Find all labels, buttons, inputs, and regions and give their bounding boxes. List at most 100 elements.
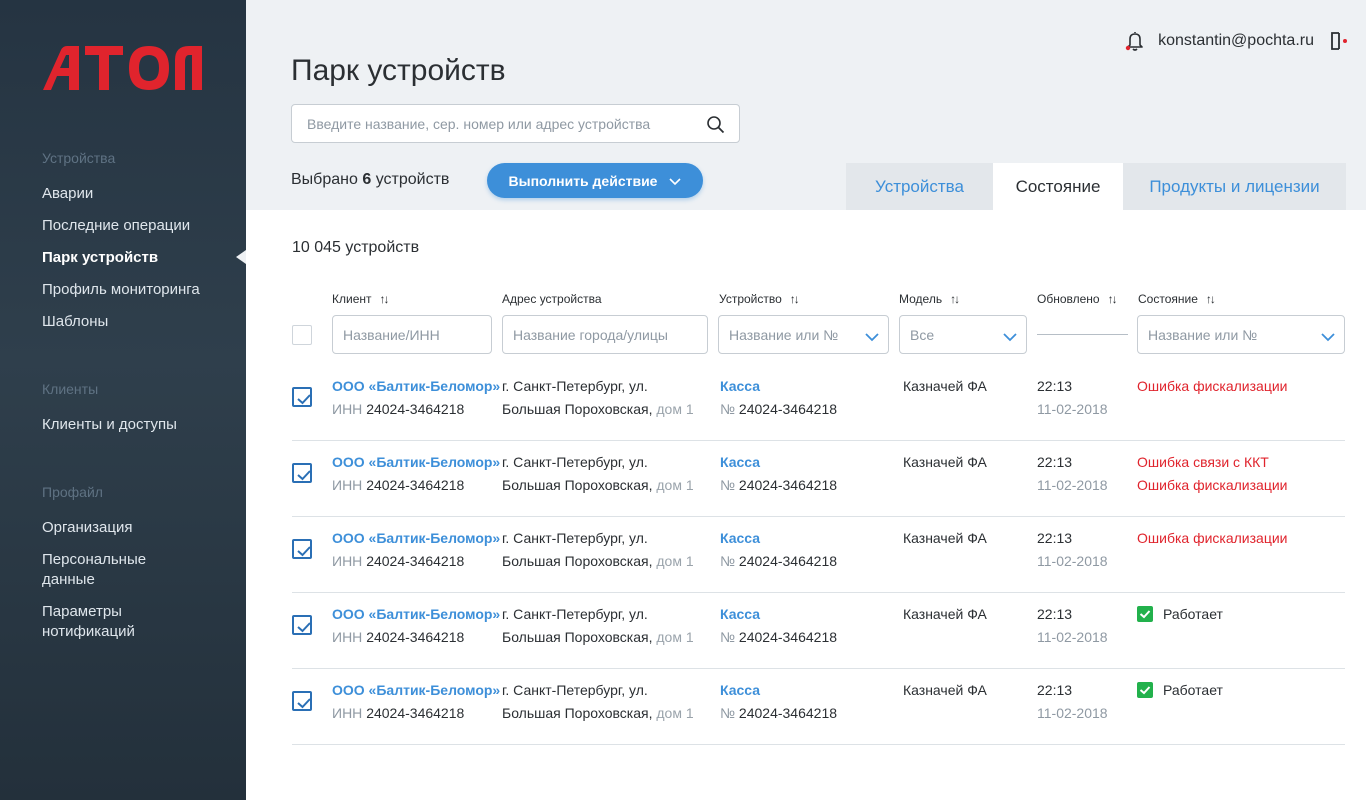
nav-item-device-park[interactable]: Парк устройств xyxy=(42,248,158,268)
nav-section-devices: Устройства xyxy=(42,150,116,166)
device-model: Казначей ФА xyxy=(903,454,987,470)
address-house: дом 1 xyxy=(656,401,694,417)
address-line-1: г. Санкт-Петербург, ул. xyxy=(502,378,648,394)
client-link[interactable]: ООО «Балтик-Беломор» xyxy=(332,375,500,398)
bell-icon[interactable] xyxy=(1124,30,1146,52)
row-checkbox[interactable] xyxy=(292,691,312,711)
column-header-model[interactable]: Модель ↑↓ xyxy=(899,292,960,306)
row-checkbox[interactable] xyxy=(292,615,312,635)
column-header-updated[interactable]: Обновлено ↑↓ xyxy=(1037,292,1118,306)
table-row[interactable]: ООО «Балтик-Беломор» ИНН 24024-3464218 г. … xyxy=(292,441,1345,517)
nav-item-monitoring-profile[interactable]: Профиль мониторинга xyxy=(42,280,200,300)
sort-icon[interactable]: ↑↓ xyxy=(1108,292,1118,306)
address-line-2: Большая Пороховская, дом 1 xyxy=(502,702,694,725)
address-line-2: Большая Пороховская, дом 1 xyxy=(502,550,694,573)
state-ok-label: Работает xyxy=(1163,606,1223,622)
device-link[interactable]: Касса xyxy=(720,679,760,702)
column-header-device[interactable]: Устройство ↑↓ xyxy=(719,292,800,306)
table-row[interactable]: ООО «Балтик-Беломор» ИНН 24024-3464218 г. … xyxy=(292,365,1345,441)
updated-filter-line[interactable] xyxy=(1037,334,1128,335)
address-house: дом 1 xyxy=(656,553,694,569)
number-label: № xyxy=(720,629,736,645)
column-address-label: Адрес устройства xyxy=(502,292,602,306)
client-link[interactable]: ООО «Балтик-Беломор» xyxy=(332,527,500,550)
client-link[interactable]: ООО «Балтик-Беломор» xyxy=(332,451,500,474)
column-state-label: Состояние xyxy=(1138,292,1198,306)
updated-date: 11-02-2018 xyxy=(1037,705,1108,721)
user-area: konstantin@pochta.ru xyxy=(1124,30,1348,52)
search-input[interactable] xyxy=(307,114,687,134)
model-filter-select[interactable]: Все xyxy=(899,315,1027,354)
nav-item-organization[interactable]: Организация xyxy=(42,518,132,538)
inn-value: 24024-3464218 xyxy=(366,705,465,721)
device-filter-select[interactable]: Название или № xyxy=(718,315,889,354)
address-line-2: Большая Пороховская, дом 1 xyxy=(502,398,694,421)
updated-time: 22:13 xyxy=(1037,530,1073,546)
nav-item-clients-access[interactable]: Клиенты и доступы xyxy=(42,415,177,435)
address-filter-input[interactable]: Название города/улицы xyxy=(502,315,708,354)
row-checkbox[interactable] xyxy=(292,539,312,559)
nav-section-clients: Клиенты xyxy=(42,381,99,397)
logout-icon[interactable] xyxy=(1330,31,1348,51)
device-filter-placeholder: Название или № xyxy=(729,327,839,343)
device-link[interactable]: Касса xyxy=(720,451,760,474)
check-ok-icon xyxy=(1137,606,1153,622)
device-number: № 24024-3464218 xyxy=(720,550,837,573)
number-value: 24024-3464218 xyxy=(738,553,838,569)
nav-item-last-operations[interactable]: Последние операции xyxy=(42,216,190,236)
chevron-down-icon xyxy=(1003,329,1017,347)
client-link[interactable]: ООО «Балтик-Беломор» xyxy=(332,603,500,626)
column-header-state[interactable]: Состояние ↑↓ xyxy=(1138,292,1216,306)
row-checkbox[interactable] xyxy=(292,387,312,407)
sort-icon[interactable]: ↑↓ xyxy=(380,292,390,306)
address-line-2: Большая Пороховская, дом 1 xyxy=(502,474,694,497)
search-icon[interactable] xyxy=(706,115,725,139)
number-value: 24024-3464218 xyxy=(738,629,838,645)
nav-item-personal-data[interactable]: Персональные данные xyxy=(42,550,182,590)
select-all-checkbox[interactable] xyxy=(292,325,312,345)
sort-icon[interactable]: ↑↓ xyxy=(1206,292,1216,306)
sidebar: Устройства Аварии Последние операции Пар… xyxy=(0,0,246,800)
inn-label: ИНН xyxy=(332,629,363,645)
active-nav-pointer xyxy=(236,250,246,264)
inn-value: 24024-3464218 xyxy=(366,553,465,569)
sort-icon[interactable]: ↑↓ xyxy=(950,292,960,306)
device-number: № 24024-3464218 xyxy=(720,702,837,725)
table-row[interactable]: ООО «Балтик-Беломор» ИНН 24024-3464218 г. … xyxy=(292,669,1345,745)
table-row[interactable]: ООО «Балтик-Беломор» ИНН 24024-3464218 г. … xyxy=(292,593,1345,669)
column-header-client[interactable]: Клиент ↑↓ xyxy=(332,292,390,306)
atol-logo[interactable] xyxy=(41,46,203,97)
tab-products-licenses[interactable]: Продукты и лицензии xyxy=(1123,163,1346,210)
column-client-label: Клиент xyxy=(332,292,372,306)
device-link[interactable]: Касса xyxy=(720,527,760,550)
user-email[interactable]: konstantin@pochta.ru xyxy=(1158,32,1314,50)
table-row[interactable]: ООО «Балтик-Беломор» ИНН 24024-3464218 г. … xyxy=(292,517,1345,593)
client-inn: ИНН 24024-3464218 xyxy=(332,702,464,725)
tab-state[interactable]: Состояние xyxy=(993,163,1123,210)
nav-item-templates[interactable]: Шаблоны xyxy=(42,312,108,332)
row-checkbox[interactable] xyxy=(292,463,312,483)
address-street: Большая Пороховская, xyxy=(502,401,653,417)
client-inn: ИНН 24024-3464218 xyxy=(332,626,464,649)
tab-devices[interactable]: Устройства xyxy=(846,163,993,210)
check-ok-icon xyxy=(1137,682,1153,698)
device-number: № 24024-3464218 xyxy=(720,626,837,649)
device-number: № 24024-3464218 xyxy=(720,398,837,421)
nav-item-notification-settings[interactable]: Параметры нотификаций xyxy=(42,602,182,642)
address-house: дом 1 xyxy=(656,629,694,645)
device-model: Казначей ФА xyxy=(903,530,987,546)
state-error: Ошибка фискализации xyxy=(1137,477,1288,493)
state-filter-select[interactable]: Название или № xyxy=(1137,315,1345,354)
selected-prefix: Выбрано xyxy=(291,171,358,188)
device-link[interactable]: Касса xyxy=(720,375,760,398)
perform-action-button[interactable]: Выполнить действие xyxy=(487,163,703,198)
address-house: дом 1 xyxy=(656,705,694,721)
nav-item-alarms[interactable]: Аварии xyxy=(42,184,93,204)
client-link[interactable]: ООО «Балтик-Беломор» xyxy=(332,679,500,702)
client-filter-input[interactable]: Название/ИНН xyxy=(332,315,492,354)
updated-date: 11-02-2018 xyxy=(1037,553,1108,569)
inn-value: 24024-3464218 xyxy=(366,477,465,493)
sort-icon[interactable]: ↑↓ xyxy=(790,292,800,306)
address-filter-placeholder: Название города/улицы xyxy=(513,327,668,343)
device-link[interactable]: Касса xyxy=(720,603,760,626)
